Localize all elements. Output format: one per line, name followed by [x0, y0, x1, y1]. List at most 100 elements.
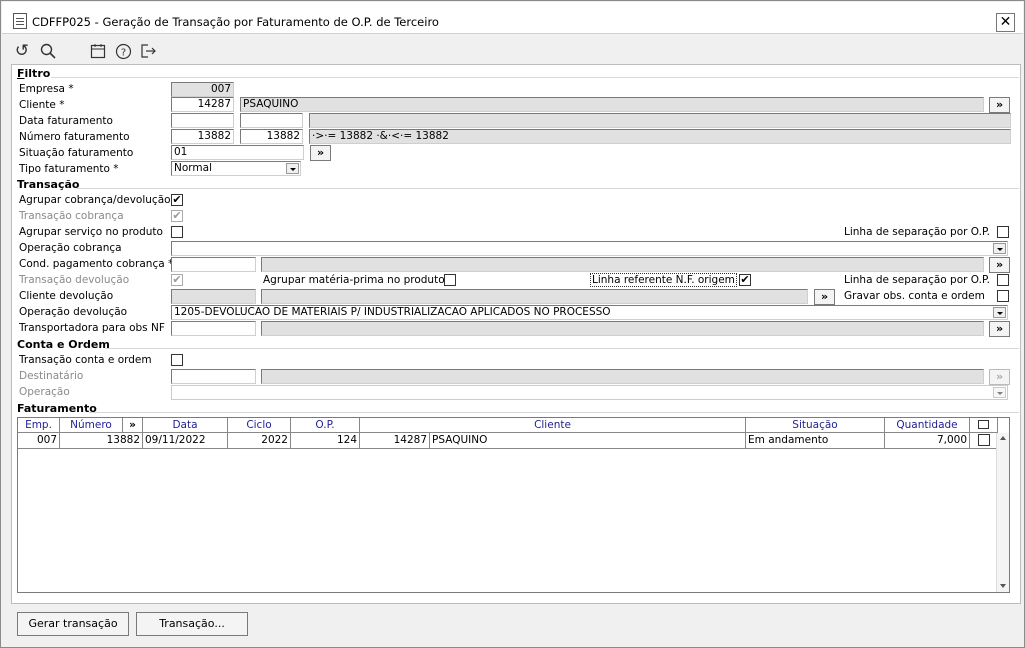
section-conta-ordem: Conta e Ordem	[17, 338, 110, 351]
section-faturamento: Faturamento	[17, 402, 97, 415]
document-icon	[13, 13, 27, 29]
row-select-checkbox[interactable]	[978, 434, 990, 446]
faturamento-grid: Emp. Número » Data Ciclo O.P. Cliente Si…	[17, 417, 1010, 593]
search-icon[interactable]	[37, 40, 59, 62]
cliente-devolucao-lookup-button[interactable]: »	[814, 289, 835, 305]
data-faturamento-label: Data faturamento	[19, 115, 113, 127]
agrupar-cobranca-label: Agrupar cobrança/devolução	[19, 194, 171, 206]
col-numero[interactable]: Número	[60, 418, 123, 433]
numero-expression-field: ·>·= 13882 ·&·<·= 13882	[309, 129, 1011, 144]
scroll-down-icon[interactable]	[1000, 584, 1006, 588]
agrupar-materia-prima-label: Agrupar matéria-prima no produto	[263, 274, 445, 286]
agrupar-servico-checkbox[interactable]	[171, 226, 183, 238]
table-cell[interactable]: 124	[291, 433, 360, 449]
linha-separacao-label: Linha de separação por O.P.	[844, 226, 991, 238]
situacao-label: Situação faturamento	[19, 147, 134, 159]
undo-icon[interactable]: ↺	[11, 40, 33, 62]
transacao-button[interactable]: Transação...	[136, 612, 248, 636]
chevron-down-icon	[993, 387, 1006, 398]
grid-scrollbar[interactable]	[996, 433, 1009, 592]
col-expand[interactable]: »	[123, 418, 143, 433]
col-quantidade[interactable]: Quantidade	[885, 418, 970, 433]
situacao-field[interactable]: 01	[171, 145, 304, 160]
transacao-conta-ordem-checkbox[interactable]	[171, 354, 183, 366]
table-cell[interactable]: 2022	[228, 433, 291, 449]
gravar-obs-label: Gravar obs. conta e ordem	[844, 290, 985, 302]
col-emp[interactable]: Emp.	[18, 418, 60, 433]
numero-faturamento-label: Número faturamento	[19, 131, 130, 143]
col-data[interactable]: Data	[143, 418, 228, 433]
data-from-field[interactable]	[171, 113, 234, 128]
close-button[interactable]: ✕	[996, 13, 1015, 32]
operacao-devolucao-value: 1205-DEVOLUCAO DE MATERIAIS P/ INDUSTRIA…	[174, 306, 611, 318]
cond-pagamento-desc	[261, 257, 984, 272]
destinatario-lookup-button: »	[989, 369, 1010, 385]
gravar-obs-checkbox[interactable]	[997, 290, 1009, 302]
cliente-code-field[interactable]: 14287	[171, 97, 234, 112]
gerar-transacao-button[interactable]: Gerar transação	[17, 612, 129, 636]
section-transacao: Transação	[17, 178, 80, 191]
table-cell[interactable]: 13882	[60, 433, 143, 449]
linha-separacao-checkbox[interactable]	[997, 226, 1009, 238]
linha-referente-checkbox[interactable]: ✔	[739, 274, 751, 286]
empresa-field[interactable]: 007	[171, 82, 234, 97]
transportadora-lookup-button[interactable]: »	[989, 321, 1010, 337]
window-title: CDFFP025 - Geração de Transação por Fatu…	[32, 15, 439, 29]
transportadora-name	[261, 321, 984, 336]
col-select-all[interactable]	[970, 418, 998, 433]
row-select-cell[interactable]	[970, 433, 998, 449]
empresa-label: Empresa *	[19, 83, 74, 95]
cliente-devolucao-label: Cliente devolução	[19, 290, 114, 302]
table-cell[interactable]: PSAQUINO	[430, 433, 746, 449]
col-op[interactable]: O.P.	[291, 418, 360, 433]
operacao-cobranca-label: Operação cobrança	[19, 242, 122, 254]
scroll-up-icon[interactable]	[1000, 436, 1006, 440]
data-expression-field	[309, 113, 1011, 128]
transacao-devolucao-checkbox: ✔	[171, 273, 183, 286]
operacao-devolucao-select[interactable]: 1205-DEVOLUCAO DE MATERIAIS P/ INDUSTRIA…	[171, 305, 1008, 320]
table-cell[interactable]: 14287	[360, 433, 430, 449]
operacao-devolucao-label: Operação devolução	[19, 306, 128, 318]
col-cliente[interactable]: Cliente	[360, 418, 746, 433]
table-cell[interactable]: 09/11/2022	[143, 433, 228, 449]
calendar-icon[interactable]	[87, 40, 109, 62]
table-cell[interactable]: 7,000	[885, 433, 970, 449]
window: CDFFP025 - Geração de Transação por Fatu…	[0, 0, 1025, 648]
transacao-cobranca-checkbox: ✔	[171, 209, 183, 222]
destinatario-label: Destinatário	[19, 370, 84, 382]
col-ciclo[interactable]: Ciclo	[228, 418, 291, 433]
numero-from-field[interactable]: 13882	[171, 129, 234, 144]
cond-pagamento-lookup-button[interactable]: »	[989, 257, 1010, 273]
transportadora-label: Transportadora para obs NF	[19, 322, 165, 334]
cond-pagamento-field[interactable]	[171, 257, 256, 272]
chevron-down-icon[interactable]	[993, 243, 1006, 254]
linha-referente-label: Linha referente N.F. origem	[590, 273, 737, 287]
data-to-field[interactable]	[240, 113, 303, 128]
agrupar-materia-prima-checkbox[interactable]	[444, 274, 456, 286]
exit-icon[interactable]	[137, 40, 159, 62]
operacao-cobranca-select[interactable]	[171, 241, 1008, 256]
select-all-icon[interactable]	[978, 420, 989, 429]
chevron-down-icon[interactable]	[993, 307, 1006, 318]
linha-separacao-2-checkbox[interactable]	[997, 274, 1009, 286]
operacao-conta-ordem-label: Operação	[19, 386, 70, 398]
svg-text:?: ?	[120, 48, 125, 59]
section-filtro: Filtro	[17, 67, 51, 80]
operacao-conta-ordem-select	[171, 385, 1008, 400]
transacao-devolucao-label: Transação devolução	[19, 274, 130, 286]
help-icon[interactable]: ?	[112, 40, 134, 62]
transacao-conta-ordem-label: Transação conta e ordem	[19, 354, 152, 366]
agrupar-cobranca-checkbox[interactable]: ✔	[171, 194, 183, 206]
col-situacao[interactable]: Situação	[746, 418, 885, 433]
numero-to-field[interactable]: 13882	[240, 129, 303, 144]
chevron-down-icon[interactable]	[286, 163, 299, 174]
tipo-faturamento-select[interactable]: Normal	[171, 161, 301, 176]
situacao-lookup-button[interactable]: »	[310, 145, 331, 161]
cliente-lookup-button[interactable]: »	[989, 97, 1010, 113]
table-cell[interactable]: 007	[18, 433, 60, 449]
agrupar-servico-label: Agrupar serviço no produto	[19, 226, 163, 238]
tipo-faturamento-label: Tipo faturamento *	[19, 163, 119, 175]
table-cell[interactable]: Em andamento	[746, 433, 885, 449]
linha-separacao-2-label: Linha de separação por O.P.	[844, 274, 991, 286]
transportadora-code[interactable]	[171, 321, 256, 336]
